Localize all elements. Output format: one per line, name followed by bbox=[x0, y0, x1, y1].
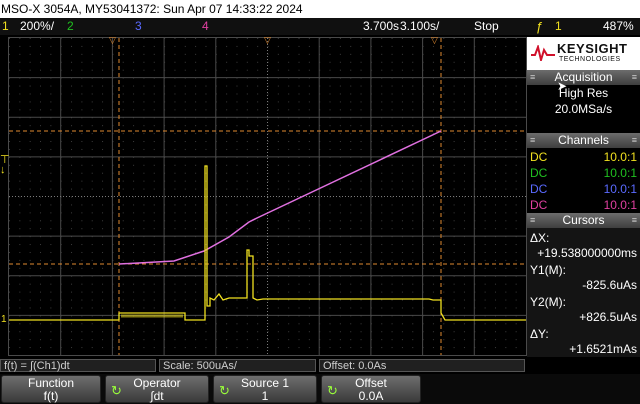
entry-knob-icon: ↻ bbox=[327, 383, 338, 398]
softkey-bar: Function f(t) ↻ Operator ∫dt ↻ Source 1 … bbox=[0, 374, 640, 404]
channel-coupling: DC bbox=[530, 182, 548, 196]
info-panel: KEYSIGHT TECHNOLOGIES Acquisition High R… bbox=[527, 37, 640, 357]
ch1-zero-marker[interactable]: 1 bbox=[1, 314, 7, 325]
cursor-dy-label: ΔY: bbox=[530, 327, 549, 341]
channel-probe: 10.0:1 bbox=[603, 150, 637, 164]
channel-row-2[interactable]: DC 10.0:1 bbox=[527, 165, 640, 181]
channel-probe: 10.0:1 bbox=[603, 182, 637, 196]
cursor-x2-marker[interactable]: ▽ bbox=[431, 35, 438, 46]
trigger-position-marker[interactable]: ▽ bbox=[264, 35, 271, 46]
offset-softkey[interactable]: ↻ Offset 0.0A bbox=[321, 375, 421, 403]
title-bar: MSO-X 3054A, MY53041372: Sun Apr 07 14:3… bbox=[0, 0, 640, 18]
softkey-value: f(t) bbox=[43, 389, 59, 403]
math-function-field: f(t) = ∫(Ch1)dt bbox=[0, 359, 156, 372]
keysight-wave-icon bbox=[531, 45, 555, 61]
cursor-dy-value: +1.6521mAs bbox=[569, 342, 637, 356]
brand-logo: KEYSIGHT TECHNOLOGIES bbox=[527, 37, 640, 70]
ch3-indicator[interactable]: 3 bbox=[135, 18, 142, 35]
cursor-y1-label: Y1(M): bbox=[530, 263, 566, 277]
waveform-display[interactable] bbox=[8, 37, 527, 356]
entry-knob-icon: ↻ bbox=[111, 383, 122, 398]
ch2-indicator[interactable]: 2 bbox=[67, 18, 74, 35]
brand-name: KEYSIGHT bbox=[557, 41, 628, 56]
waveform-canvas bbox=[9, 38, 526, 355]
channel-coupling: DC bbox=[530, 198, 548, 212]
acquisition-mode: High Res bbox=[558, 86, 609, 100]
trigger-level: 487% bbox=[603, 19, 634, 33]
acquisition-body: High Res 20.0MSa/s bbox=[527, 85, 640, 133]
channel-row-3[interactable]: DC 10.0:1 bbox=[527, 181, 640, 197]
operator-softkey[interactable]: ↻ Operator ∫dt bbox=[105, 375, 209, 403]
title-text: MSO-X 3054A, MY53041372: Sun Apr 07 14:3… bbox=[1, 2, 303, 16]
cursors-header: Cursors bbox=[527, 213, 640, 228]
ch1-ground-marker[interactable]: ⊤ ↓ bbox=[0, 155, 10, 176]
cursors-body: ΔX: +19.538000000ms Y1(M): -825.6uAs Y2(… bbox=[527, 228, 640, 357]
cursor-x1-marker[interactable]: ▽ bbox=[109, 35, 116, 46]
channels-header: Channels bbox=[527, 133, 640, 148]
entry-knob-icon: ↻ bbox=[219, 383, 230, 398]
channel-row-4[interactable]: DC 10.0:1 bbox=[527, 197, 640, 213]
trigger-edge-icon: ƒ bbox=[536, 19, 544, 34]
mouse-pointer-icon: ➤ bbox=[557, 79, 568, 93]
cursor-y2-value: +826.5uAs bbox=[579, 310, 637, 324]
time-scale: 3.100s/ bbox=[400, 19, 440, 33]
channel-probe: 10.0:1 bbox=[603, 198, 637, 212]
acquisition-rate: 20.0MSa/s bbox=[554, 102, 613, 116]
math-info-bar: f(t) = ∫(Ch1)dt Scale: 500uAs/ Offset: 0… bbox=[0, 358, 640, 373]
ch1-indicator[interactable]: 1 bbox=[2, 18, 9, 35]
status-bar: 1 200%/ 2 3 4 3.700s 3.100s/ Stop ƒ 1 48… bbox=[0, 18, 640, 35]
time-offset: 3.700s bbox=[363, 19, 400, 33]
function-softkey[interactable]: Function f(t) bbox=[1, 375, 101, 403]
ch1-scale: 200%/ bbox=[20, 19, 55, 33]
channels-body: DC 10.0:1 DC 10.0:1 DC 10.0:1 DC 10.0:1 bbox=[527, 148, 640, 213]
trigger-source: 1 bbox=[555, 19, 562, 33]
source1-softkey[interactable]: ↻ Source 1 1 bbox=[213, 375, 317, 403]
brand-subtitle: TECHNOLOGIES bbox=[559, 56, 621, 63]
run-state: Stop bbox=[474, 19, 499, 33]
ch4-indicator[interactable]: 4 bbox=[202, 18, 209, 35]
channel-coupling: DC bbox=[530, 150, 548, 164]
channel-row-1[interactable]: DC 10.0:1 bbox=[527, 149, 640, 165]
acquisition-header: Acquisition bbox=[527, 70, 640, 85]
math-scale-field: Scale: 500uAs/ bbox=[159, 359, 316, 372]
cursor-dx-label: ΔX: bbox=[530, 231, 550, 245]
cursor-dx-value: +19.538000000ms bbox=[537, 246, 637, 260]
math-offset-field: Offset: 0.0As bbox=[319, 359, 525, 372]
channel-coupling: DC bbox=[530, 166, 548, 180]
cursor-y1-value: -825.6uAs bbox=[582, 278, 637, 292]
channel-probe: 10.0:1 bbox=[603, 166, 637, 180]
cursor-y2-label: Y2(M): bbox=[530, 295, 566, 309]
